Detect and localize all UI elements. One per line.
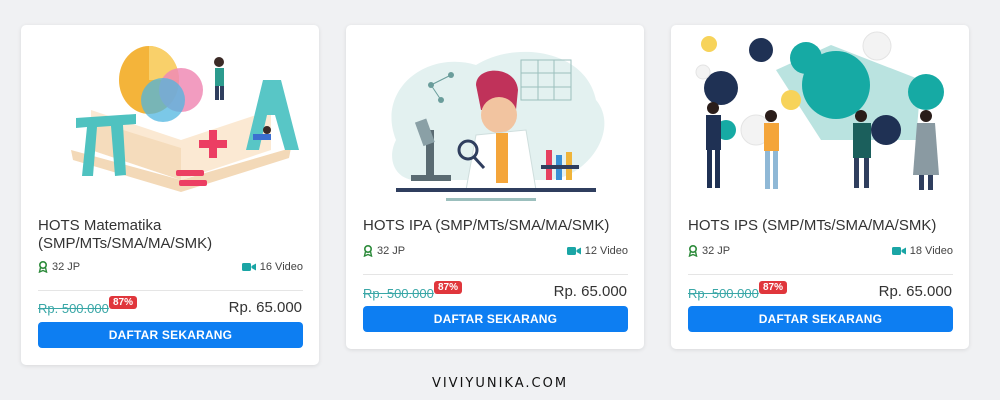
jp-info: 32 JP xyxy=(38,261,80,273)
video-camera-icon xyxy=(566,247,581,255)
jp-info: 32 JP xyxy=(363,245,405,257)
course-title: HOTS IPS (SMP/MTs/SMA/MA/SMK) xyxy=(688,217,937,234)
video-camera-icon xyxy=(241,263,256,271)
math-illustration xyxy=(31,30,309,210)
course-card-ipa[interactable]: HOTS IPA (SMP/MTs/SMA/MA/SMK) 32 JP 12 V… xyxy=(346,25,644,349)
course-card-ips[interactable]: HOTS IPS (SMP/MTs/SMA/MA/SMK) 32 JP 18 V… xyxy=(671,25,969,349)
video-count: 16 Video xyxy=(259,261,303,273)
discount-badge: 87% xyxy=(109,296,138,309)
old-price: Rp. 500.000 xyxy=(363,286,434,301)
register-button[interactable]: DAFTAR SEKARANG xyxy=(38,322,303,348)
course-meta: 32 JP 12 Video xyxy=(363,245,628,261)
divider xyxy=(38,290,303,291)
award-icon xyxy=(38,261,48,273)
divider xyxy=(363,274,628,275)
award-icon xyxy=(363,245,373,257)
video-camera-icon xyxy=(891,247,906,255)
divider xyxy=(688,274,953,275)
old-price: Rp. 500.000 xyxy=(38,301,109,316)
price: Rp. 65.000 xyxy=(878,283,952,300)
discount-badge: 87% xyxy=(759,281,788,294)
video-count: 18 Video xyxy=(909,245,953,257)
video-info: 12 Video xyxy=(566,245,628,257)
social-illustration xyxy=(681,30,959,210)
discount-badge: 87% xyxy=(434,281,463,294)
price: Rp. 65.000 xyxy=(553,283,627,300)
video-info: 16 Video xyxy=(241,261,303,273)
price: Rp. 65.000 xyxy=(228,299,302,316)
course-title: HOTS IPA (SMP/MTs/SMA/MA/SMK) xyxy=(363,217,610,234)
video-info: 18 Video xyxy=(891,245,953,257)
award-icon xyxy=(688,245,698,257)
jp-count: 32 JP xyxy=(702,245,731,257)
jp-info: 32 JP xyxy=(688,245,730,257)
course-meta: 32 JP 16 Video xyxy=(38,261,303,277)
science-illustration xyxy=(356,30,634,210)
register-button[interactable]: DAFTAR SEKARANG xyxy=(363,306,628,332)
register-button[interactable]: DAFTAR SEKARANG xyxy=(688,306,953,332)
course-meta: 32 JP 18 Video xyxy=(688,245,953,261)
jp-count: 32 JP xyxy=(377,245,406,257)
video-count: 12 Video xyxy=(584,245,628,257)
course-card-matematika[interactable]: HOTS Matematika (SMP/MTs/SMA/MA/SMK) 32 … xyxy=(21,25,319,365)
course-title: HOTS Matematika (SMP/MTs/SMA/MA/SMK) xyxy=(38,217,213,252)
jp-count: 32 JP xyxy=(52,261,81,273)
old-price: Rp. 500.000 xyxy=(688,286,759,301)
watermark: VIVIYUNIKA.COM xyxy=(431,376,569,391)
